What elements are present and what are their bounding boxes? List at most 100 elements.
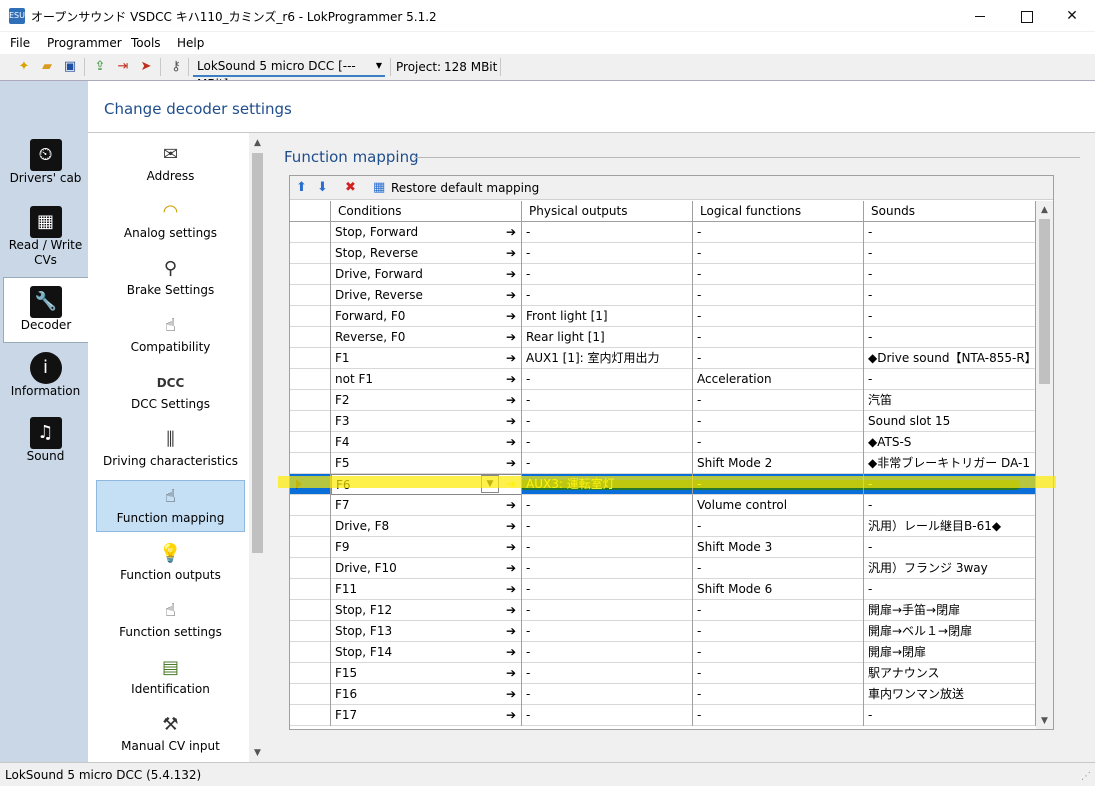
key-icon[interactable]: ⚷ [168,59,184,75]
physical-output-cell[interactable]: - [522,558,693,579]
logical-function-cell[interactable]: - [693,684,864,705]
logical-function-cell[interactable]: - [693,621,864,642]
physical-output-cell[interactable]: - [522,516,693,537]
logical-function-cell[interactable]: - [693,348,864,369]
logical-function-cell[interactable]: Shift Mode 3 [693,537,864,558]
physical-output-cell[interactable]: - [522,600,693,621]
grid-scrollbar[interactable]: ▲ ▼ [1036,201,1053,729]
row-header[interactable] [290,243,331,264]
table-row[interactable]: Drive, F8 ➔ - - 汎用）レール継目B-61◆ [290,516,1036,537]
sound-cell[interactable]: 汎用）レール継目B-61◆ [864,516,1036,537]
row-header[interactable] [290,390,331,411]
physical-output-cell[interactable]: - [522,243,693,264]
delete-icon[interactable]: ✖ [345,180,356,196]
menu-tools[interactable]: Tools [131,36,161,50]
sound-cell[interactable]: 開扉→手笛→閉扉 [864,600,1036,621]
physical-output-cell[interactable]: - [522,264,693,285]
physical-output-cell[interactable]: AUX1 [1]: 室内灯用出力 [522,348,693,369]
row-header[interactable] [290,474,331,495]
sound-cell[interactable]: - [864,705,1036,726]
condition-cell[interactable]: Reverse, F0 [331,327,522,348]
sound-cell[interactable]: 開扉→ベル１→閉扉 [864,621,1036,642]
logical-function-cell[interactable]: Shift Mode 6 [693,579,864,600]
sound-cell[interactable]: - [864,264,1036,285]
nav-decoder[interactable]: 🔧 Decoder [3,277,88,343]
condition-cell[interactable]: F3 [331,411,522,432]
logical-function-cell[interactable]: - [693,327,864,348]
chevron-down-icon[interactable]: ▼ [1039,715,1050,727]
condition-cell[interactable]: Stop, F14 [331,642,522,663]
table-row[interactable]: Drive, Reverse ➔ - - - [290,285,1036,306]
condition-cell[interactable]: F15 [331,663,522,684]
condition-cell[interactable]: F7 [331,495,522,516]
condition-cell[interactable]: F4 [331,432,522,453]
category-scroll-thumb[interactable] [252,153,263,553]
write-icon[interactable]: ⇥ [115,59,131,75]
condition-cell[interactable]: F2 [331,390,522,411]
logical-function-cell[interactable]: - [693,285,864,306]
row-header[interactable] [290,222,331,243]
row-header[interactable] [290,306,331,327]
table-row[interactable]: Stop, Forward ➔ - - - [290,222,1036,243]
table-row[interactable]: not F1 ➔ - Acceleration - [290,369,1036,390]
condition-cell[interactable]: Drive, F8 [331,516,522,537]
table-row[interactable]: F6 ➔ AUX3: 運転室灯 - - ▼ [290,474,1036,495]
physical-output-cell[interactable]: - [522,642,693,663]
table-row[interactable]: F15 ➔ - - 駅アナウンス [290,663,1036,684]
sound-cell[interactable]: 車内ワンマン放送 [864,684,1036,705]
sound-cell[interactable]: - [864,285,1036,306]
sound-cell[interactable]: Sound slot 15 [864,411,1036,432]
logical-function-cell[interactable]: - [693,411,864,432]
table-row[interactable]: F17 ➔ - - - [290,705,1036,726]
logical-function-cell[interactable]: - [693,390,864,411]
sound-cell[interactable]: - [864,579,1036,600]
column-logical-functions[interactable]: Logical functions [693,201,864,222]
sound-cell[interactable]: - [864,474,1036,495]
physical-output-cell[interactable]: - [522,621,693,642]
table-row[interactable]: Drive, Forward ➔ - - - [290,264,1036,285]
sound-cell[interactable]: ◆ATS-S [864,432,1036,453]
condition-cell[interactable]: Drive, Forward [331,264,522,285]
category-function-outputs[interactable]: 💡 Function outputs [96,538,245,590]
physical-output-cell[interactable]: - [522,285,693,306]
physical-output-cell[interactable]: - [522,579,693,600]
table-row[interactable]: F11 ➔ - Shift Mode 6- [290,579,1036,600]
logical-function-cell[interactable]: - [693,558,864,579]
menu-programmer[interactable]: Programmer [47,36,122,50]
condition-cell[interactable]: F17 [331,705,522,726]
logical-function-cell[interactable]: - [693,222,864,243]
condition-cell[interactable]: F5 [331,453,522,474]
row-header[interactable] [290,432,331,453]
table-row[interactable]: Drive, F10 ➔ - - 汎用）フランジ 3way [290,558,1036,579]
condition-cell[interactable]: Forward, F0 [331,306,522,327]
category-identification[interactable]: ▤ Identification [96,652,245,704]
category-compatibility[interactable]: ☝ Compatibility [96,310,245,362]
row-header[interactable] [290,327,331,348]
table-row[interactable]: Stop, F13 ➔ - - 開扉→ベル１→閉扉 [290,621,1036,642]
category-analog-settings[interactable]: ◠ Analog settings [96,196,245,248]
condition-cell[interactable]: Stop, F13 [331,621,522,642]
move-down-icon[interactable]: ⬇ [317,180,328,196]
condition-cell[interactable]: Stop, Reverse [331,243,522,264]
condition-cell[interactable]: Stop, F12 [331,600,522,621]
menu-file[interactable]: File [10,36,30,50]
grid-scroll-thumb[interactable] [1039,219,1050,384]
condition-cell[interactable]: Drive, Reverse [331,285,522,306]
read-icon[interactable]: ⇪ [92,59,108,75]
condition-cell[interactable]: Drive, F10 [331,558,522,579]
condition-cell[interactable]: F16 [331,684,522,705]
column-sounds[interactable]: Sounds [864,201,1036,222]
table-row[interactable]: F4 ➔ - - ◆ATS-S [290,432,1036,453]
chevron-up-icon[interactable]: ▲ [1039,204,1050,216]
decoder-select[interactable]: LokSound 5 micro DCC [--- MBit] ▼ [193,57,385,91]
row-header[interactable] [290,642,331,663]
close-button[interactable]: ✕ [1049,0,1095,32]
row-header[interactable] [290,495,331,516]
sound-cell[interactable]: 汽笛 [864,390,1036,411]
sound-cell[interactable]: - [864,537,1036,558]
row-header[interactable] [290,579,331,600]
sound-cell[interactable]: ◆非常ブレーキトリガー DA-1 [864,453,1036,474]
table-row[interactable]: F1 ➔ AUX1 [1]: 室内灯用出力 - ◆Drive sound【NTA-855… [290,348,1036,369]
sound-cell[interactable]: - [864,495,1036,516]
column-conditions[interactable]: Conditions [331,201,522,222]
